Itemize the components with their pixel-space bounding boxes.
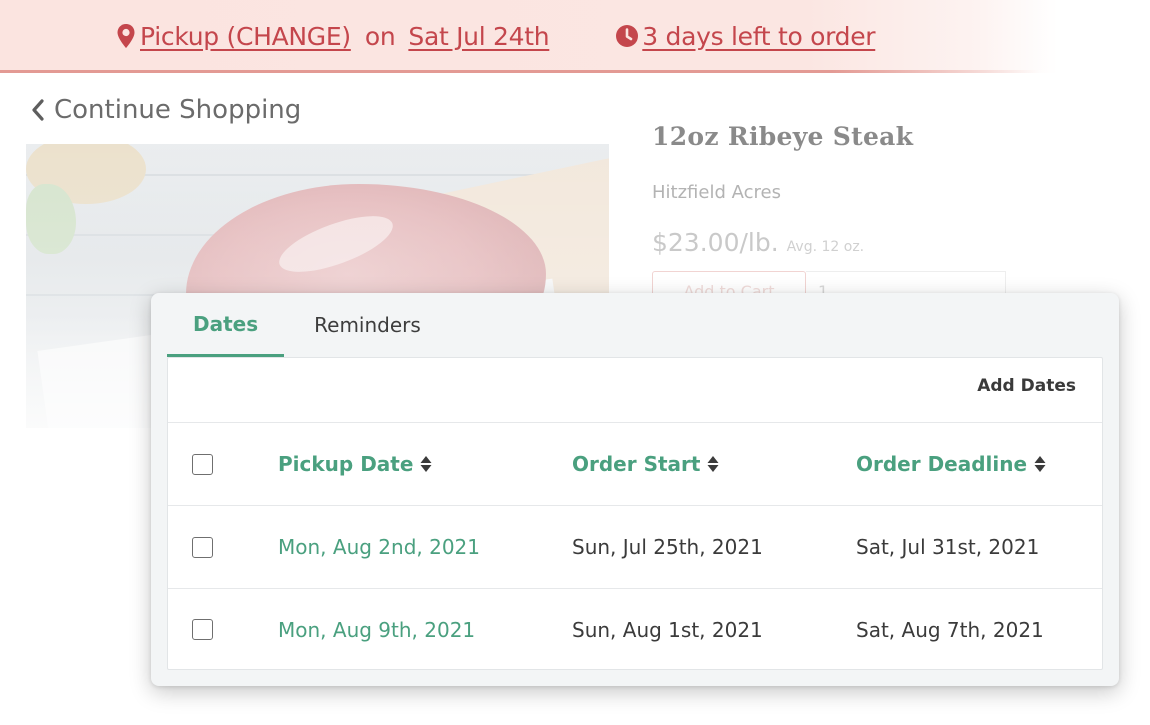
farm-name: Hitzfield Acres [652,182,781,203]
table-row: Mon, Aug 9th, 2021 Sun, Aug 1st, 2021 Sa… [168,589,1102,670]
continue-shopping-label[interactable]: Continue Shopping [54,95,301,125]
banner-row: Pickup (CHANGE) on Sat Jul 24th 3 days l… [116,18,876,54]
chevron-left-icon [32,99,44,121]
clock-icon [616,25,639,47]
order-deadline-header[interactable]: Order Deadline [856,452,1046,476]
row-checkbox[interactable] [192,619,213,640]
location-pin-icon [117,24,135,48]
modal-tabs: Dates Reminders [167,293,447,357]
tab-dates[interactable]: Dates [167,293,285,357]
order-start-cell: Sun, Aug 1st, 2021 [572,617,763,642]
days-left-label[interactable]: 3 days left to order [642,22,875,51]
tab-reminders[interactable]: Reminders [284,293,447,357]
pickup-date-header[interactable]: Pickup Date [278,452,432,476]
order-deadline-header-label[interactable]: Order Deadline [856,452,1027,476]
order-deadline-cell: Sat, Aug 7th, 2021 [856,617,1044,642]
add-dates-button[interactable]: Add Dates [977,376,1076,396]
price-row: $23.00/lb. Avg. 12 oz. [652,228,864,257]
days-left-link[interactable]: 3 days left to order [615,22,876,51]
order-start-header[interactable]: Order Start [572,452,719,476]
order-start-header-label[interactable]: Order Start [572,452,700,476]
sort-icon[interactable] [707,455,719,473]
order-start-cell: Sun, Jul 25th, 2021 [572,535,763,559]
row-checkbox[interactable] [192,536,213,558]
dates-modal: Dates Reminders Add Dates Pickup Date Or… [151,293,1119,686]
banner-on-word: on [364,21,396,51]
pickup-date-header-label[interactable]: Pickup Date [278,452,413,476]
pickup-change-link[interactable]: Pickup (CHANGE) [116,22,351,51]
select-all-checkbox[interactable] [192,453,213,475]
continue-shopping-link[interactable]: Continue Shopping [30,92,301,128]
product-price: $23.00/lb. [652,228,779,257]
dates-table-panel: Add Dates Pickup Date Order Start Order … [167,357,1103,670]
table-row: Mon, Aug 2nd, 2021 Sun, Jul 25th, 2021 S… [168,506,1102,589]
product-title: 12oz Ribeye Steak [652,122,914,151]
sort-icon[interactable] [1034,455,1046,473]
pickup-date-cell[interactable]: Mon, Aug 2nd, 2021 [278,506,480,588]
sort-icon[interactable] [420,455,432,473]
panel-header: Add Dates [168,358,1102,423]
pickup-change-label[interactable]: Pickup (CHANGE) [140,22,351,51]
pickup-date-link[interactable]: Sat Jul 24th [408,22,549,51]
table-header-row: Pickup Date Order Start Order Deadline [168,423,1102,506]
order-banner: Pickup (CHANGE) on Sat Jul 24th 3 days l… [0,0,1150,73]
average-weight: Avg. 12 oz. [786,239,865,255]
order-deadline-cell: Sat, Jul 31st, 2021 [856,535,1040,559]
pickup-date-cell[interactable]: Mon, Aug 9th, 2021 [278,589,475,670]
banner-divider [0,70,1040,73]
